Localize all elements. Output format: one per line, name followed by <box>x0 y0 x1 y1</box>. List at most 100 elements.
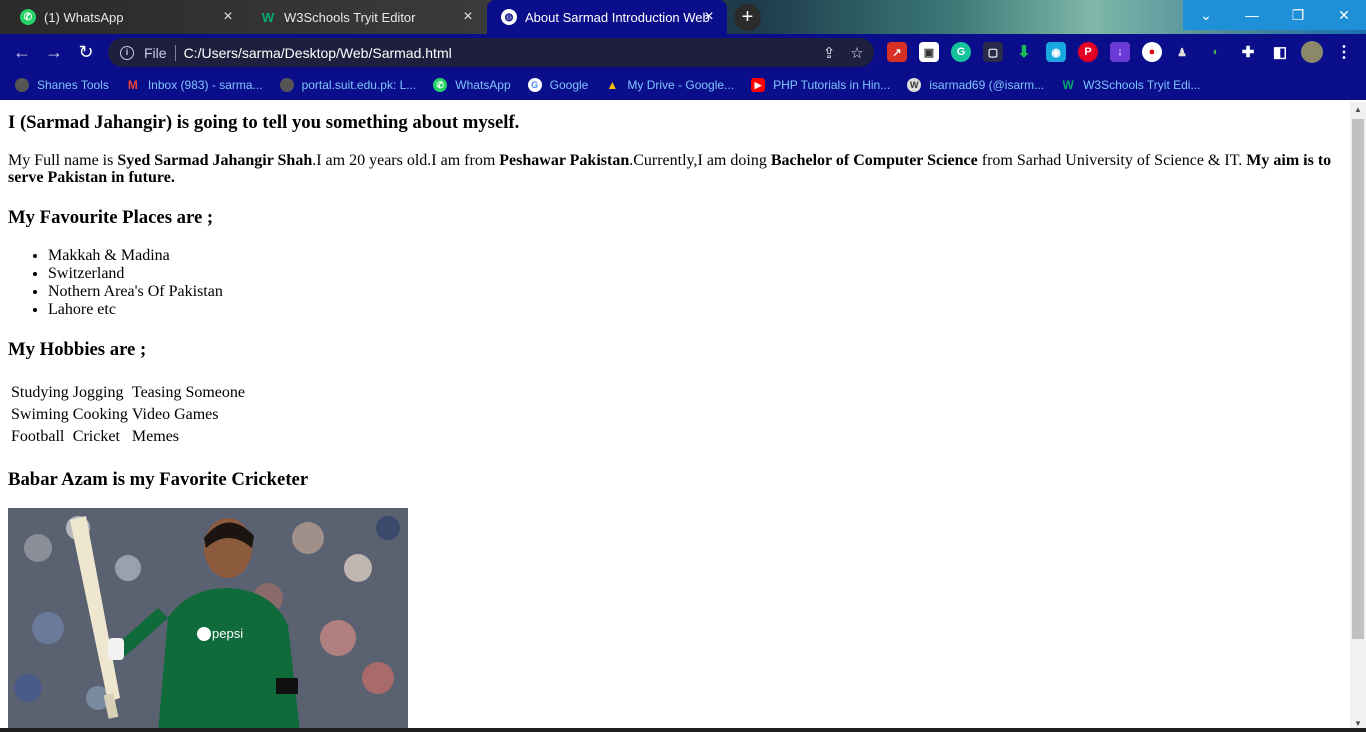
degree: Bachelor of Computer Science <box>770 152 978 169</box>
extension-briefcase-icon[interactable]: ▣ <box>919 42 939 62</box>
table-cell: Studying <box>11 384 69 401</box>
forward-arrow-icon[interactable]: → <box>41 39 67 65</box>
page-viewport: I (Sarmad Jahangir) is going to tell you… <box>0 102 1350 732</box>
bookmark-portal-suit[interactable]: portal.suit.edu.pk: L... <box>279 70 416 100</box>
table-cell: Teasing Someone <box>131 384 245 401</box>
share-icon[interactable]: ⇪ <box>818 44 840 62</box>
intro-text: .Currently,I am doing <box>629 152 771 169</box>
close-window-icon[interactable]: ✕ <box>1321 0 1366 30</box>
back-arrow-icon[interactable]: ← <box>9 39 35 65</box>
bookmark-label: My Drive - Google... <box>627 78 735 92</box>
download-arrow-icon[interactable]: ⬇ <box>1014 42 1034 62</box>
gmail-icon: M <box>127 78 138 92</box>
url-scheme: File <box>144 44 167 61</box>
table-cell: Video Games <box>131 406 219 423</box>
new-tab-button[interactable]: + <box>734 4 761 31</box>
tab-title: (1) WhatsApp <box>44 9 124 25</box>
whatsapp-icon: ✆ <box>433 78 448 92</box>
bookmark-label: WhatsApp <box>455 78 511 92</box>
extension-arrow-icon[interactable]: ↗ <box>887 42 907 62</box>
hobbies-heading: My Hobbies are ; <box>8 339 147 360</box>
list-item: Makkah & Madina <box>48 247 223 265</box>
url-text[interactable]: C:/Users/sarma/Desktop/Web/Sarmad.html <box>184 45 818 61</box>
table-cell: Jogging <box>72 384 124 401</box>
places-heading: My Favourite Places are ; <box>8 207 214 228</box>
address-bar[interactable]: i File C:/Users/sarma/Desktop/Web/Sarmad… <box>108 38 874 67</box>
bookmark-star-icon[interactable]: ☆ <box>846 44 868 62</box>
bookmark-google-drive[interactable]: ▲ My Drive - Google... <box>605 70 734 100</box>
extension-screen-icon[interactable]: ◉ <box>1046 42 1066 62</box>
list-item: Lahore etc <box>48 301 223 319</box>
full-name: Syed Sarmad Jahangir Shah <box>117 152 313 169</box>
jersey-text: pepsi <box>212 626 243 641</box>
wordpress-icon: W <box>907 78 922 92</box>
w3schools-icon: W <box>1062 78 1074 92</box>
bookmark-label: isarmad69 (@isarm... <box>929 78 1045 92</box>
close-icon[interactable]: × <box>460 9 476 25</box>
whatsapp-icon: ✆ <box>20 9 36 25</box>
globe-icon <box>279 78 294 92</box>
vertical-scrollbar[interactable]: ▲ ▼ <box>1350 102 1366 732</box>
restore-icon[interactable]: ❐ <box>1275 0 1321 30</box>
scrollbar-thumb[interactable] <box>1352 119 1364 639</box>
table-cell: Swiming <box>11 406 69 423</box>
pokeball-icon[interactable]: ● <box>1142 42 1162 62</box>
browser-toolbar: ← → ↻ i File C:/Users/sarma/Desktop/Web/… <box>0 34 1366 70</box>
table-cell: Football <box>11 428 65 445</box>
divider <box>174 44 176 61</box>
reload-icon[interactable]: ↻ <box>73 39 99 65</box>
side-panel-icon[interactable]: ◧ <box>1270 42 1290 62</box>
cricketer-photo: pepsi <box>8 508 408 732</box>
close-icon[interactable]: × <box>701 9 717 25</box>
bookmarks-bar: Shanes Tools M Inbox (983) - sarma... po… <box>0 70 1366 100</box>
extension-figure-icon[interactable]: ♟ <box>1172 42 1192 62</box>
bookmark-google[interactable]: G Google <box>527 70 589 100</box>
bookmark-gmail[interactable]: M Inbox (983) - sarma... <box>126 70 263 100</box>
tab-search-chevron-icon[interactable]: ⌄ <box>1183 0 1229 30</box>
pinterest-icon[interactable]: P <box>1078 42 1098 62</box>
tab-about-sarmad[interactable]: ◍ About Sarmad Introduction Web × <box>487 0 727 34</box>
google-drive-icon: ▲ <box>606 78 619 92</box>
minimize-icon[interactable]: — <box>1229 0 1275 30</box>
grammarly-icon[interactable]: G <box>951 42 971 62</box>
table-cell: Memes <box>131 428 180 445</box>
scroll-up-icon[interactable]: ▲ <box>1350 102 1366 118</box>
google-icon: G <box>527 78 542 92</box>
extensions-puzzle-icon[interactable]: ✚ <box>1238 42 1258 62</box>
intro-paragraph: My Full name is Syed Sarmad Jahangir Sha… <box>8 152 1342 186</box>
youtube-icon: ▶ <box>751 78 766 92</box>
extension-square-icon[interactable]: ▢ <box>983 42 1003 62</box>
bookmark-shanes-tools[interactable]: Shanes Tools <box>15 70 109 100</box>
bookmark-whatsapp[interactable]: ✆ WhatsApp <box>433 70 511 100</box>
bookmark-php-tutorials[interactable]: ▶ PHP Tutorials in Hin... <box>751 70 890 100</box>
table-cell: Cooking <box>72 406 128 423</box>
extension-globe-icon[interactable]: ◐ <box>1206 42 1226 62</box>
bookmark-label: Inbox (983) - sarma... <box>147 78 263 92</box>
globe-icon: ◍ <box>501 9 517 25</box>
table-row: Studying Jogging Teasing Someone <box>10 383 246 403</box>
table-row: Football Cricket Memes <box>10 427 246 447</box>
intro-heading: I (Sarmad Jahangir) is going to tell you… <box>8 112 520 133</box>
table-cell: Cricket <box>72 428 120 445</box>
tab-whatsapp[interactable]: ✆ (1) WhatsApp × <box>6 0 246 34</box>
profile-avatar[interactable] <box>1301 41 1323 63</box>
bookmark-label: Shanes Tools <box>37 78 109 92</box>
taskbar-edge <box>0 728 1366 732</box>
hobbies-table: Studying Jogging Teasing Someone Swiming… <box>8 381 248 449</box>
info-icon[interactable]: i <box>120 45 134 60</box>
table-row: Swiming Cooking Video Games <box>10 405 246 425</box>
bookmark-isarmad69[interactable]: W isarmad69 (@isarm... <box>907 70 1044 100</box>
cricketer-illustration: pepsi <box>8 508 408 732</box>
close-icon[interactable]: × <box>220 9 236 25</box>
hometown: Peshawar Pakistan <box>499 152 630 169</box>
tab-w3schools[interactable]: W W3Schools Tryit Editor × <box>246 0 486 34</box>
extension-download-icon[interactable]: ↓ <box>1110 42 1130 62</box>
bookmark-w3schools[interactable]: W W3Schools Tryit Edi... <box>1061 70 1200 100</box>
w3schools-icon: W <box>261 9 275 25</box>
globe-icon <box>15 78 29 92</box>
menu-kebab-icon[interactable]: ⋮ <box>1334 42 1354 62</box>
bookmark-label: Google <box>549 78 589 92</box>
places-list: Makkah & Madina Switzerland Nothern Area… <box>48 247 223 319</box>
cricketer-heading: Babar Azam is my Favorite Cricketer <box>8 469 309 490</box>
intro-text: from Sarhad University of Science & IT. <box>977 152 1247 169</box>
